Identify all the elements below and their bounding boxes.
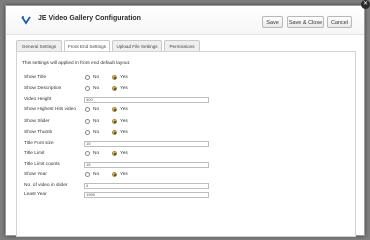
tab-permissions[interactable]: Permissions [164, 40, 200, 51]
title-font-size-input[interactable]: 15 [84, 141, 209, 147]
show-title-no-radio[interactable] [85, 75, 90, 80]
radio-label-no: No [93, 119, 100, 124]
radio-label-yes: Yes [120, 75, 128, 80]
radio-label-no: No [93, 107, 100, 112]
tab-general-settings[interactable]: General Settings [16, 40, 62, 51]
show-thumb-yes-radio[interactable] [112, 130, 117, 135]
radio-label-no: No [93, 86, 100, 91]
show-title-yes-radio[interactable] [112, 75, 117, 80]
title-limit-yes-radio[interactable] [112, 151, 117, 156]
show-description-label: Show Description [24, 86, 62, 91]
radio-label-yes: Yes [120, 107, 128, 112]
page-title: JE Video Gallery Configuration [38, 15, 141, 22]
least-year-label: Least Year [24, 192, 47, 197]
tab-upload-file-settings[interactable]: Upload File Settings [112, 40, 162, 51]
save-button[interactable]: Save [262, 16, 283, 28]
show-highest-hits-no-radio[interactable] [85, 107, 90, 112]
radio-label-no: No [93, 172, 100, 177]
show-year-no-radio[interactable] [85, 172, 90, 177]
title-limit-no-radio[interactable] [85, 151, 90, 156]
radio-label-no: No [93, 75, 100, 80]
show-year-label: Show Year [24, 172, 47, 177]
radio-label-yes: Yes [120, 119, 128, 124]
joomla-logo-icon [21, 16, 31, 25]
least-year-input[interactable]: 1969 [84, 192, 209, 198]
modal-header: JE Video Gallery Configuration Save Save… [6, 6, 364, 35]
videos-in-slider-label: No. of video in slider [24, 183, 68, 188]
show-thumb-label: Show Thumb [24, 130, 53, 135]
radio-label-yes: Yes [120, 151, 128, 156]
show-highest-hits-label: Show Highest Hits video [24, 107, 76, 112]
show-highest-hits-yes-radio[interactable] [112, 107, 117, 112]
show-description-no-radio[interactable] [85, 86, 90, 91]
show-thumb-no-radio[interactable] [85, 130, 90, 135]
video-height-label: Video Height [24, 97, 52, 102]
radio-label-yes: Yes [120, 86, 128, 91]
title-limit-counts-input[interactable]: 15 [84, 162, 209, 168]
show-description-yes-radio[interactable] [112, 86, 117, 91]
radio-label-no: No [93, 130, 100, 135]
config-modal: JE Video Gallery Configuration Save Save… [5, 5, 365, 237]
show-title-label: Show Title [24, 75, 47, 80]
title-limit-counts-label: Title Limit counts [24, 162, 60, 167]
video-height-input[interactable]: 400 [84, 97, 209, 103]
title-limit-label: Title Limit [24, 151, 45, 156]
radio-label-no: No [93, 151, 100, 156]
show-slider-label: Show Slider [24, 119, 50, 124]
videos-in-slider-input[interactable]: 4 [84, 183, 209, 189]
radio-label-yes: Yes [120, 172, 128, 177]
radio-label-yes: Yes [120, 130, 128, 135]
show-slider-no-radio[interactable] [85, 119, 90, 124]
cancel-button[interactable]: Cancel [327, 16, 352, 28]
show-slider-yes-radio[interactable] [112, 119, 117, 124]
settings-note: This settings will applied in front end … [22, 61, 131, 66]
show-year-yes-radio[interactable] [112, 172, 117, 177]
save-close-button[interactable]: Save & Close [287, 16, 324, 28]
title-font-size-label: Title Font size [24, 141, 54, 146]
close-modal-icon[interactable]: ✕ [361, 0, 370, 9]
